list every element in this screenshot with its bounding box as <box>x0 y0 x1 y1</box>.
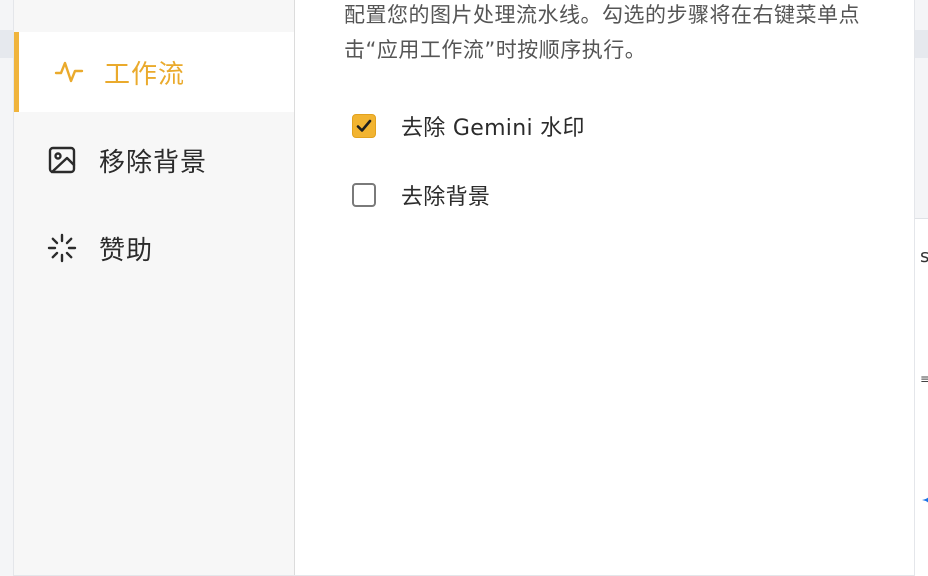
loader-sparkle-icon <box>47 233 77 263</box>
option-label: 去除 Gemini 水印 <box>401 110 585 142</box>
image-icon <box>47 145 77 175</box>
workflow-content: 配置您的图片处理流水线。勾选的步骤将在右键菜单点击“应用工作流”时按顺序执行。 … <box>295 0 914 575</box>
background-glyph: s <box>920 246 928 267</box>
checkbox-checked[interactable] <box>352 114 376 138</box>
checkmark-icon <box>355 117 373 135</box>
sidebar-item-label: 赞助 <box>99 230 153 267</box>
option-remove-gemini-watermark[interactable]: 去除 Gemini 水印 <box>352 110 585 142</box>
background-page <box>914 218 928 576</box>
background-stripe-left <box>0 30 14 58</box>
sidebar-item-label: 移除背景 <box>99 142 207 179</box>
sidebar-item-workflow[interactable]: 工作流 <box>14 32 294 112</box>
option-remove-background[interactable]: 去除背景 <box>352 179 490 211</box>
activity-pulse-icon <box>54 57 84 87</box>
option-label: 去除背景 <box>401 179 490 211</box>
background-menu-glyph: ≡ <box>920 372 928 386</box>
sidebar-item-sponsor[interactable]: 赞助 <box>14 208 294 288</box>
sidebar-item-label: 工作流 <box>104 54 185 91</box>
checkbox-unchecked[interactable] <box>352 183 376 207</box>
sidebar: 工作流 移除背景 <box>14 0 295 575</box>
sidebar-item-remove-background[interactable]: 移除背景 <box>14 120 294 200</box>
settings-panel: 工作流 移除背景 <box>14 0 914 575</box>
workflow-description: 配置您的图片处理流水线。勾选的步骤将在右键菜单点击“应用工作流”时按顺序执行。 <box>344 0 884 68</box>
background-stripe-right <box>914 30 928 58</box>
sparkle-icon <box>918 490 928 510</box>
